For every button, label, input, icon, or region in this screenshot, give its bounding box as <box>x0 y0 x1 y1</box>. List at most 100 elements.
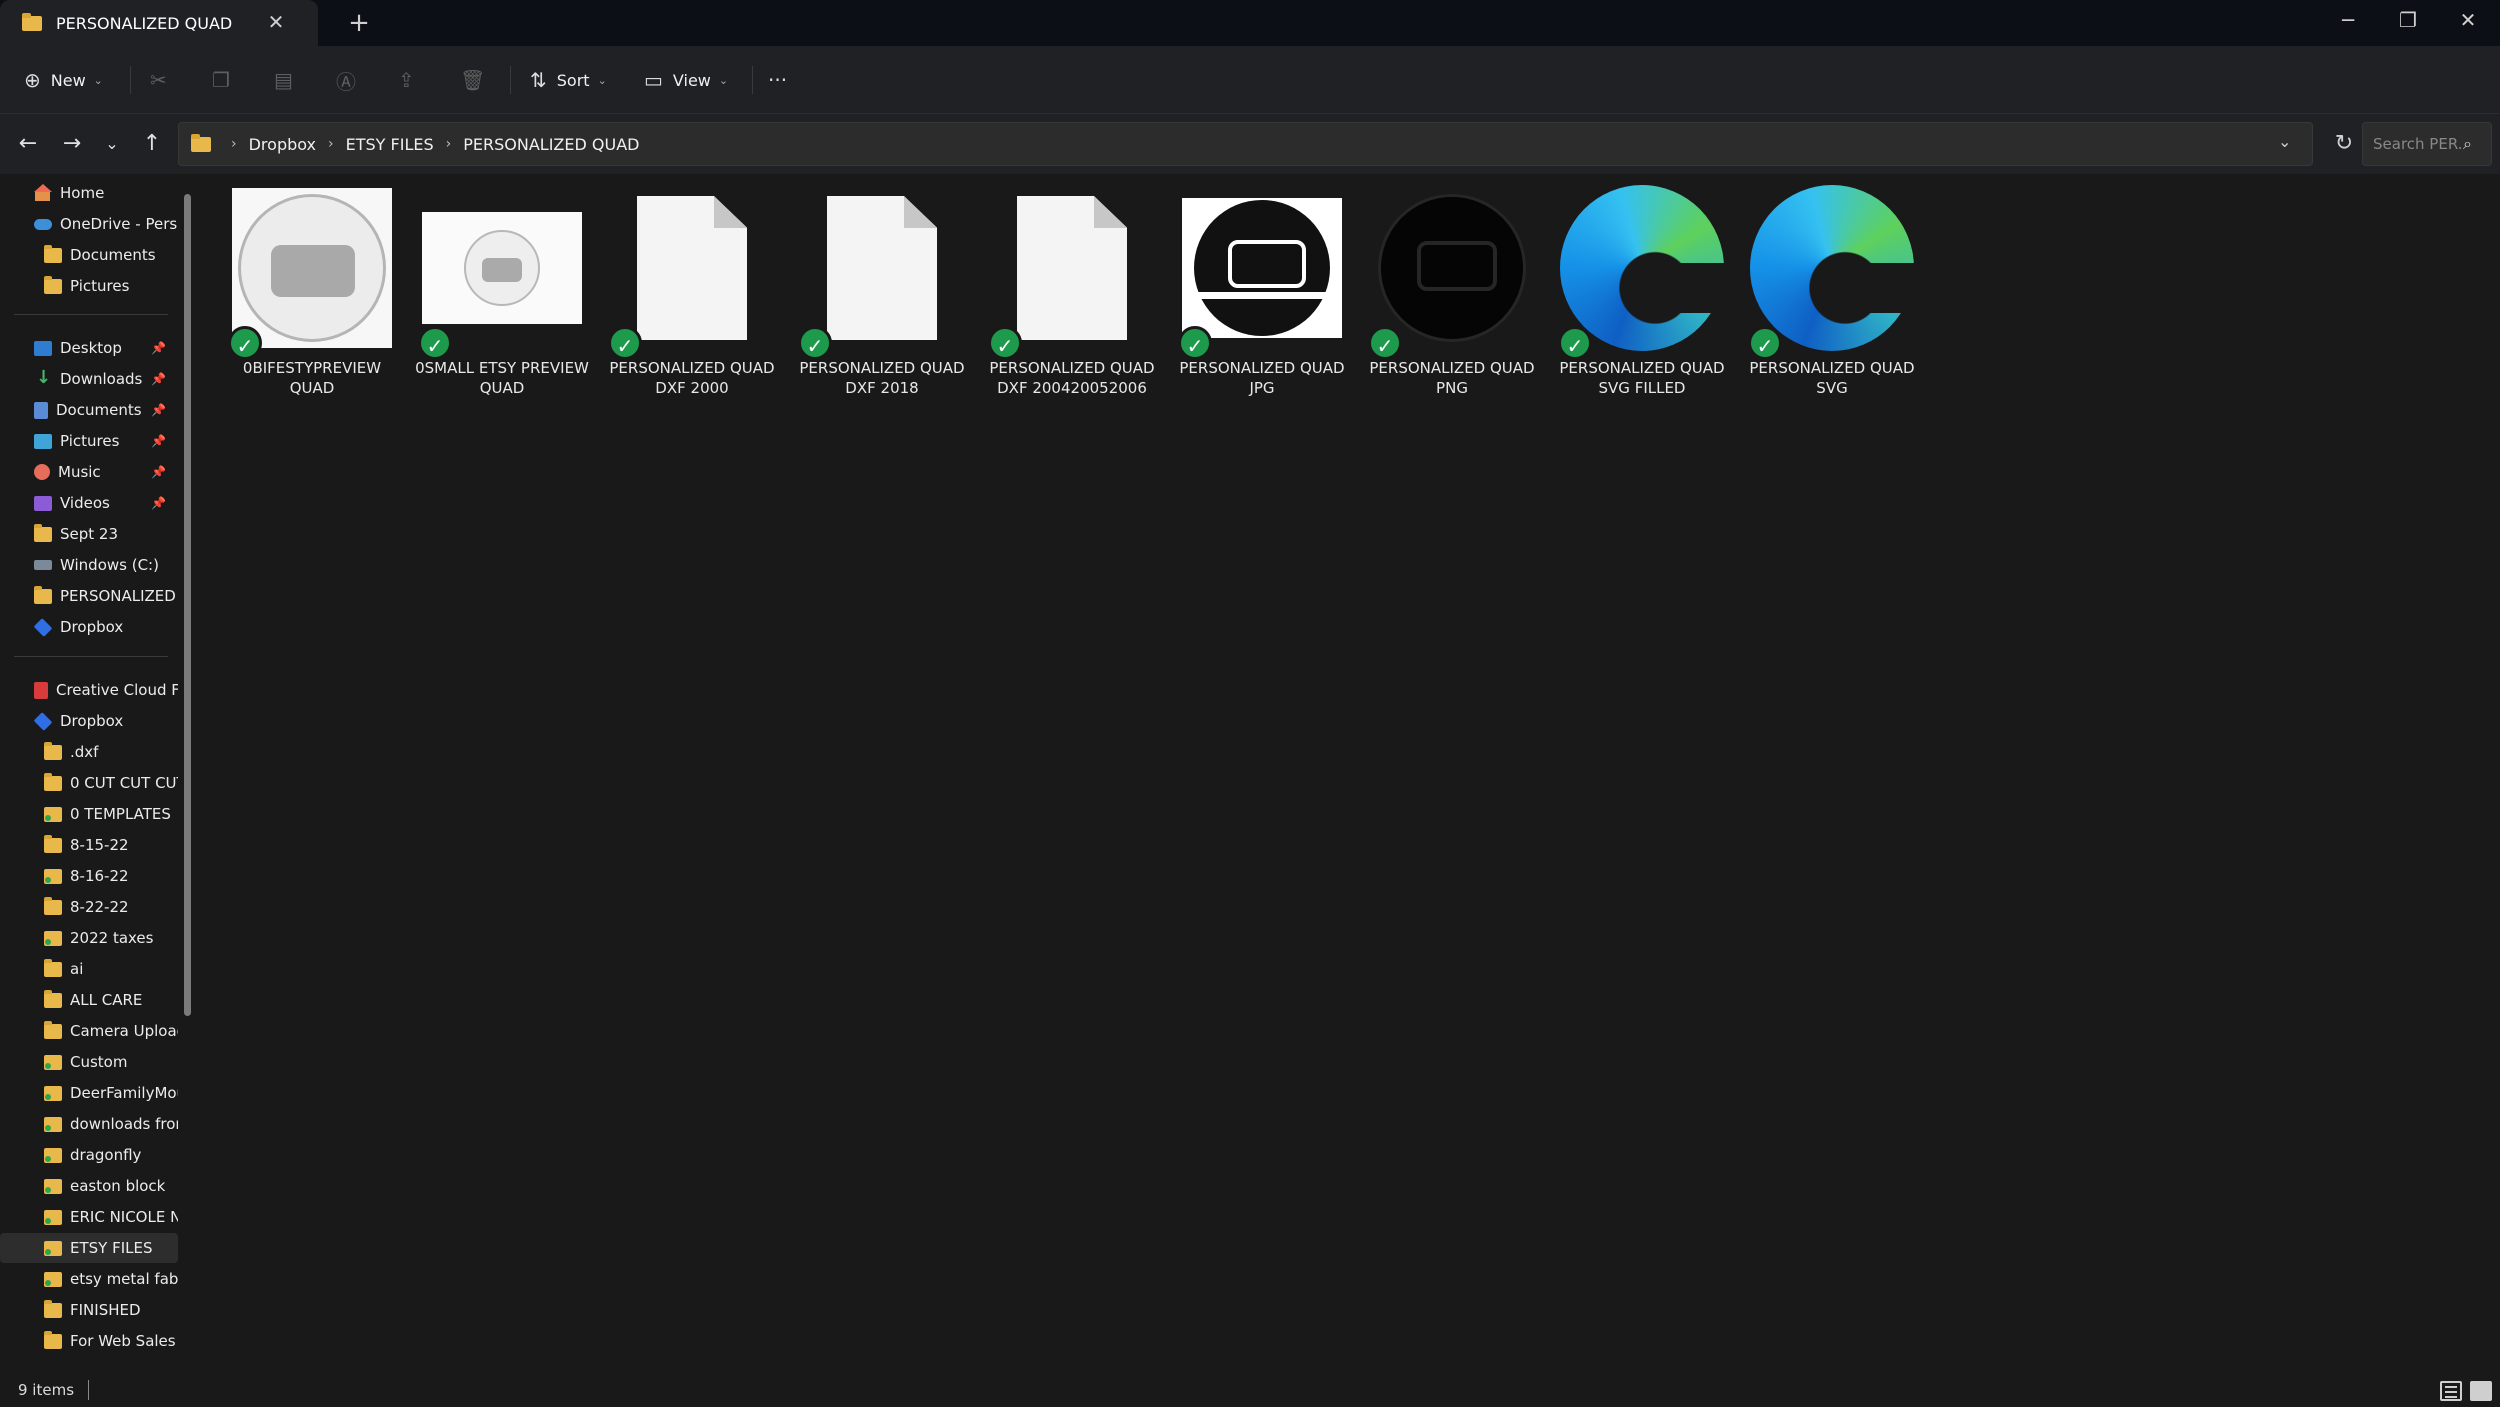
new-label: New <box>50 70 86 90</box>
close-window-button[interactable]: ✕ <box>2448 4 2488 36</box>
sidebar-item-all-care[interactable]: ALL CARE <box>0 985 178 1015</box>
rename-button[interactable]: Ⓐ <box>336 62 366 98</box>
sidebar-item-finished[interactable]: FINISHED <box>0 1295 178 1325</box>
restore-button[interactable]: ❐ <box>2388 4 2428 36</box>
sidebar-item-eric-nicole[interactable]: ERIC NICOLE NI <box>0 1202 178 1232</box>
sidebar-item-dxf[interactable]: .dxf <box>0 737 178 767</box>
breadcrumb-personalized-quad[interactable]: PERSONALIZED QUAD <box>463 135 639 154</box>
sidebar-item-etsy-files[interactable]: ETSY FILES <box>0 1233 178 1263</box>
sidebar-item-documents[interactable]: Documents 📌 <box>0 395 178 425</box>
new-button[interactable]: ⊕ New ⌄ <box>24 62 103 98</box>
refresh-button[interactable]: ↻ <box>2322 122 2366 166</box>
tab-close-button[interactable]: ✕ <box>264 10 288 34</box>
sidebar-item-label: Sept 23 <box>60 525 119 543</box>
sidebar-item-creative-cloud[interactable]: Creative Cloud Fi <box>0 675 178 705</box>
sidebar-item-label: dragonfly <box>70 1146 142 1164</box>
synced-folder-icon <box>44 1116 62 1132</box>
sidebar-item-label: Windows (C:) <box>60 556 159 574</box>
up-button[interactable]: ↑ <box>136 128 168 160</box>
sidebar-item-onedrive-pictures[interactable]: Pictures <box>0 271 178 301</box>
sidebar-item-music[interactable]: Music 📌 <box>0 457 178 487</box>
sidebar-item-easton-block[interactable]: easton block <box>0 1171 178 1201</box>
pin-icon: 📌 <box>151 372 166 386</box>
back-button[interactable]: ← <box>12 128 44 160</box>
file-item[interactable]: ✓ PERSONALIZED QUAD SVG FILLED <box>1534 185 1726 416</box>
details-view-button[interactable] <box>2440 1381 2462 1401</box>
search-input[interactable] <box>2373 135 2463 153</box>
sidebar-item-dropbox[interactable]: Dropbox <box>0 706 178 736</box>
sidebar-item-dropbox-quick[interactable]: Dropbox <box>0 612 178 642</box>
new-tab-button[interactable]: + <box>344 8 374 38</box>
address-bar[interactable]: › Dropbox › ETSY FILES › PERSONALIZED QU… <box>178 122 2313 166</box>
clipboard-icon: ▤ <box>274 68 293 92</box>
breadcrumb-dropbox[interactable]: Dropbox <box>249 135 316 154</box>
sidebar-item-downloads[interactable]: Downloads 📌 <box>0 364 178 394</box>
sidebar-item-8-22-22[interactable]: 8-22-22 <box>0 892 178 922</box>
cut-button[interactable]: ✂ <box>150 62 177 98</box>
search-box[interactable]: ⌕ <box>2362 122 2492 166</box>
synced-folder-icon <box>44 806 62 822</box>
sidebar-item-0-cut[interactable]: 0 CUT CUT CUT <box>0 768 178 798</box>
more-options-button[interactable]: ··· <box>768 62 797 98</box>
file-thumbnail <box>1750 185 1916 351</box>
recent-locations-button[interactable]: ⌄ <box>96 128 128 160</box>
sidebar-item-etsy-metal-fab[interactable]: etsy metal fab <box>0 1264 178 1294</box>
sidebar-item-videos[interactable]: Videos 📌 <box>0 488 178 518</box>
file-item[interactable]: ✓ PERSONALIZED QUAD DXF 2018 <box>774 186 965 416</box>
sidebar-item-label: ALL CARE <box>70 991 143 1009</box>
edge-browser-icon <box>1560 185 1726 351</box>
sidebar-item-personalized-c[interactable]: PERSONALIZED C <box>0 581 178 611</box>
file-item[interactable]: ✓ PERSONALIZED QUAD SVG <box>1724 185 1916 416</box>
sidebar-item-downloads-from[interactable]: downloads from <box>0 1109 178 1139</box>
file-item[interactable]: ✓ PERSONALIZED QUAD DXF 2000 <box>584 186 775 416</box>
sidebar-item-onedrive[interactable]: OneDrive - Perso <box>0 209 178 239</box>
sidebar-item-deerfamily[interactable]: DeerFamilyMou <box>0 1078 178 1108</box>
sidebar-item-label: ERIC NICOLE NI <box>70 1208 178 1226</box>
sidebar-item-desktop[interactable]: Desktop 📌 <box>0 333 178 363</box>
file-item[interactable]: ✓ PERSONALIZED QUAD DXF 200420052006 <box>964 186 1155 416</box>
breadcrumb-etsy-files[interactable]: ETSY FILES <box>346 135 434 154</box>
chevron-right-icon: › <box>328 136 334 152</box>
sidebar-item-0-templates[interactable]: 0 TEMPLATES <box>0 799 178 829</box>
minimize-button[interactable]: ─ <box>2328 4 2368 36</box>
sidebar-item-8-15-22[interactable]: 8-15-22 <box>0 830 178 860</box>
sidebar-scrollbar[interactable] <box>184 194 191 1016</box>
sidebar-item-ai[interactable]: ai <box>0 954 178 984</box>
sidebar-item-for-web-sales[interactable]: For Web Sales <box>0 1326 178 1356</box>
sidebar-item-home[interactable]: Home <box>0 178 178 208</box>
sidebar-item-camera-uploads[interactable]: Camera Upload: <box>0 1016 178 1046</box>
large-icons-view-button[interactable] <box>2470 1381 2492 1401</box>
file-name: PERSONALIZED QUAD PNG <box>1369 359 1535 397</box>
file-item[interactable]: ✓ 0BIFESTYPREVIEW QUAD <box>204 186 392 416</box>
jpg-preview-image <box>1182 198 1342 338</box>
share-button[interactable]: ⇪ <box>398 62 425 98</box>
file-thumbnail <box>1560 185 1726 351</box>
address-history-dropdown[interactable]: ⌄ <box>2278 132 2291 151</box>
sort-button[interactable]: ⇅ Sort ⌄ <box>530 62 607 98</box>
active-tab[interactable]: PERSONALIZED QUAD ✕ <box>0 0 318 46</box>
sidebar-item-8-16-22[interactable]: 8-16-22 <box>0 861 178 891</box>
delete-button[interactable]: 🗑 <box>460 62 495 98</box>
sidebar-item-2022-taxes[interactable]: 2022 taxes <box>0 923 178 953</box>
sidebar-item-pictures[interactable]: Pictures 📌 <box>0 426 178 456</box>
forward-button[interactable]: → <box>56 128 88 160</box>
paste-button[interactable]: ▤ <box>274 62 303 98</box>
copy-button[interactable]: ❐ <box>212 62 240 98</box>
view-button[interactable]: ▭ View ⌄ <box>644 62 728 98</box>
sidebar-item-label: easton block <box>70 1177 166 1195</box>
document-icon <box>637 196 747 340</box>
file-item[interactable]: ✓ PERSONALIZED QUAD JPG <box>1154 186 1345 416</box>
sidebar-item-label: OneDrive - Perso <box>60 215 178 233</box>
folder-icon <box>44 1020 62 1039</box>
file-item[interactable]: ✓ PERSONALIZED QUAD PNG <box>1344 186 1535 416</box>
sidebar-item-onedrive-documents[interactable]: Documents <box>0 240 178 270</box>
sidebar-item-sept-23[interactable]: Sept 23 <box>0 519 178 549</box>
sidebar-item-custom[interactable]: Custom <box>0 1047 178 1077</box>
sidebar-item-windows-c[interactable]: Windows (C:) <box>0 550 178 580</box>
sidebar-item-label: FINISHED <box>70 1301 141 1319</box>
file-name: PERSONALIZED QUAD SVG FILLED <box>1559 359 1725 397</box>
file-item[interactable]: ✓ 0SMALL ETSY PREVIEW QUAD <box>394 186 589 416</box>
sidebar-item-dragonfly[interactable]: dragonfly <box>0 1140 178 1170</box>
pin-icon: 📌 <box>151 496 166 510</box>
sidebar-item-label: 0 TEMPLATES <box>70 805 171 823</box>
